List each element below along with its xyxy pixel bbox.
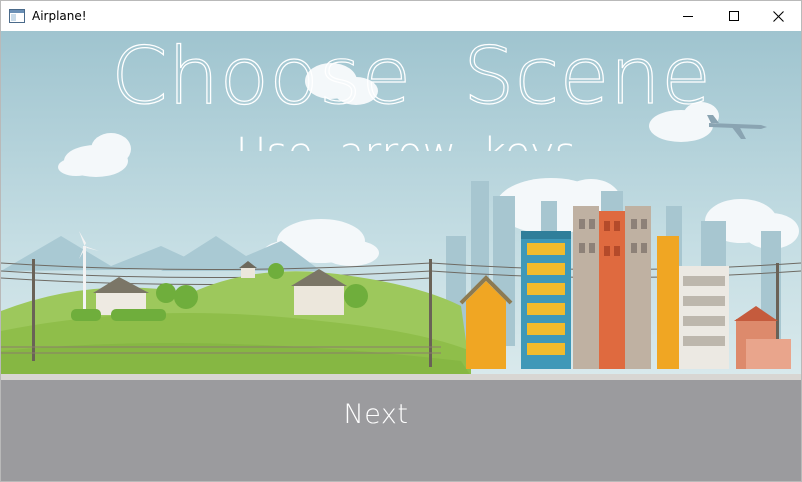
next-button[interactable]: Next [331, 393, 421, 435]
minimize-button[interactable] [665, 1, 711, 31]
maximize-icon [729, 11, 739, 21]
window-title: Airplane! [32, 9, 87, 23]
app-window: Airplane! Choose Scene Next [0, 0, 802, 482]
close-icon [772, 10, 784, 22]
close-button[interactable] [755, 1, 801, 31]
minimize-icon [683, 16, 693, 17]
app-icon [9, 9, 25, 23]
next-label: Next [343, 398, 409, 430]
maximize-button[interactable] [711, 1, 757, 31]
title-bar[interactable]: Airplane! [1, 1, 801, 31]
